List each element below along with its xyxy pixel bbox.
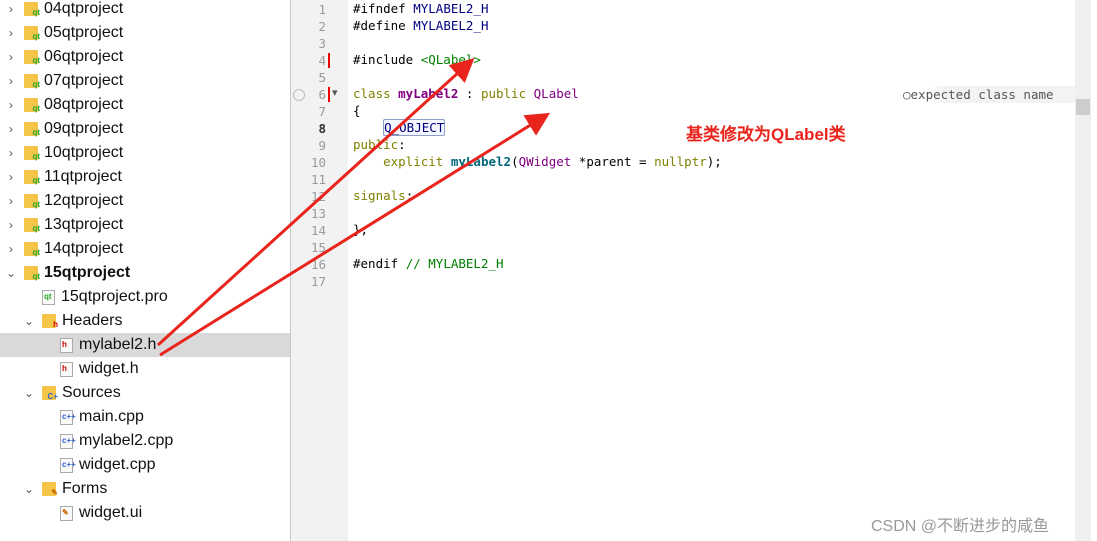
annotation-text: 基类修改为QLabel类 bbox=[686, 125, 846, 144]
arrow-to-base-class bbox=[159, 112, 551, 357]
arrows-overlay bbox=[156, 57, 551, 357]
arrow-to-include bbox=[156, 57, 475, 347]
watermark: CSDN @不断进步的咸鱼 bbox=[871, 518, 1050, 535]
